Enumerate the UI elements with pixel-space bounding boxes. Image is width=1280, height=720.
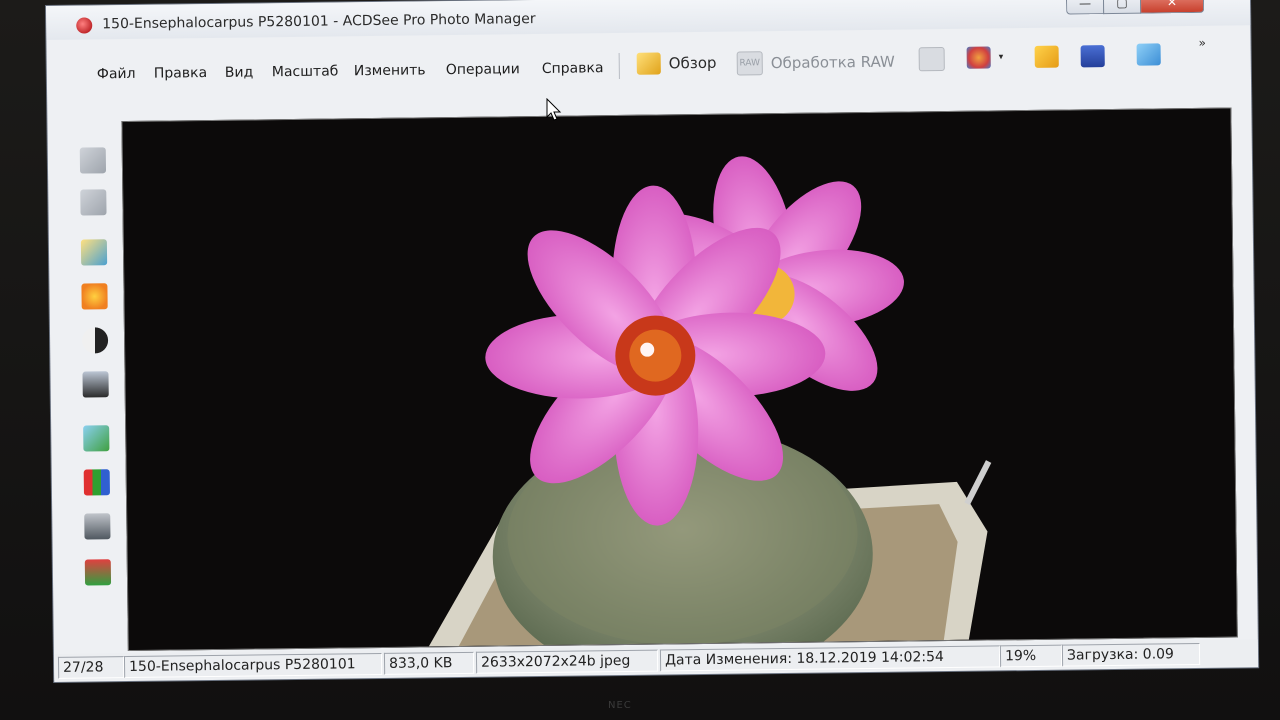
toolbar-overflow-button[interactable]: » (1198, 36, 1206, 50)
raw-processing-button[interactable]: RAW Обработка RAW (736, 50, 895, 76)
status-position: 27/28 (57, 656, 125, 679)
status-zoom: 19% (999, 644, 1063, 668)
status-filesize: 833,0 KB (383, 651, 475, 675)
title-bar[interactable]: 150-Ensephalocarpus P5280101 - ACDSee Pr… (46, 0, 1251, 40)
raw-edit-button[interactable] (918, 47, 945, 72)
mouse-cursor-icon (546, 98, 562, 121)
menu-bar: Файл Правка Вид Масштаб Изменить Операци… (47, 35, 1251, 90)
color-icon[interactable] (84, 559, 112, 586)
save-icon (1080, 45, 1105, 68)
open-button[interactable] (1034, 45, 1059, 68)
folder-icon (1034, 45, 1059, 68)
menu-modify[interactable]: Изменить (354, 62, 426, 79)
menu-edit[interactable]: Правка (154, 65, 207, 82)
raw-edit-icon (918, 47, 945, 72)
status-dimensions: 2633x2072x24b jpeg (475, 649, 659, 674)
app-window: 150-Ensephalocarpus P5280101 - ACDSee Pr… (46, 0, 1259, 682)
photo-icon[interactable] (80, 239, 108, 266)
save-button[interactable] (1080, 45, 1105, 68)
raw-label: Обработка RAW (770, 52, 895, 73)
left-toolbar (67, 115, 130, 656)
edit-button[interactable]: ▾ (966, 46, 1004, 69)
menu-operations[interactable]: Операции (446, 61, 520, 78)
photo-image (122, 108, 1237, 652)
histogram-icon[interactable] (83, 469, 110, 496)
rotate-left-icon[interactable] (79, 147, 107, 174)
raw-icon: RAW (736, 51, 763, 76)
app-icon (76, 17, 93, 34)
status-modified: Дата Изменения: 18.12.2019 14:02:54 (659, 645, 1001, 672)
browse-label: Обзор (668, 53, 717, 73)
maximize-button[interactable]: ▢ (1102, 0, 1142, 15)
image-viewer[interactable] (121, 107, 1238, 652)
toolbar-separator (618, 52, 620, 80)
monitor-brand: NEC (608, 700, 632, 711)
status-load: Загрузка: 0.09 (1061, 642, 1201, 667)
menu-help[interactable]: Справка (542, 60, 604, 77)
levels-icon[interactable] (84, 513, 111, 540)
export-button[interactable] (1136, 43, 1161, 66)
menu-view[interactable]: Вид (225, 64, 254, 80)
status-filename: 150-Ensephalocarpus P5280101 (123, 652, 383, 679)
browse-button[interactable]: Обзор (636, 52, 717, 75)
chevron-down-icon: ▾ (998, 52, 1004, 63)
exposure-icon[interactable] (81, 283, 108, 310)
palette-icon (966, 46, 991, 69)
rotate-right-icon[interactable] (80, 189, 107, 216)
menu-file[interactable]: Файл (97, 66, 136, 82)
export-icon (1136, 43, 1161, 66)
close-button[interactable]: ✕ (1139, 0, 1205, 14)
portrait-icon[interactable] (82, 371, 109, 398)
minimize-button[interactable]: — (1065, 0, 1105, 15)
menu-zoom[interactable]: Масштаб (272, 63, 339, 80)
contrast-icon[interactable] (81, 327, 109, 354)
landscape-icon[interactable] (83, 425, 110, 452)
browse-icon (636, 52, 661, 75)
window-title: 150-Ensephalocarpus P5280101 - ACDSee Pr… (102, 11, 536, 33)
